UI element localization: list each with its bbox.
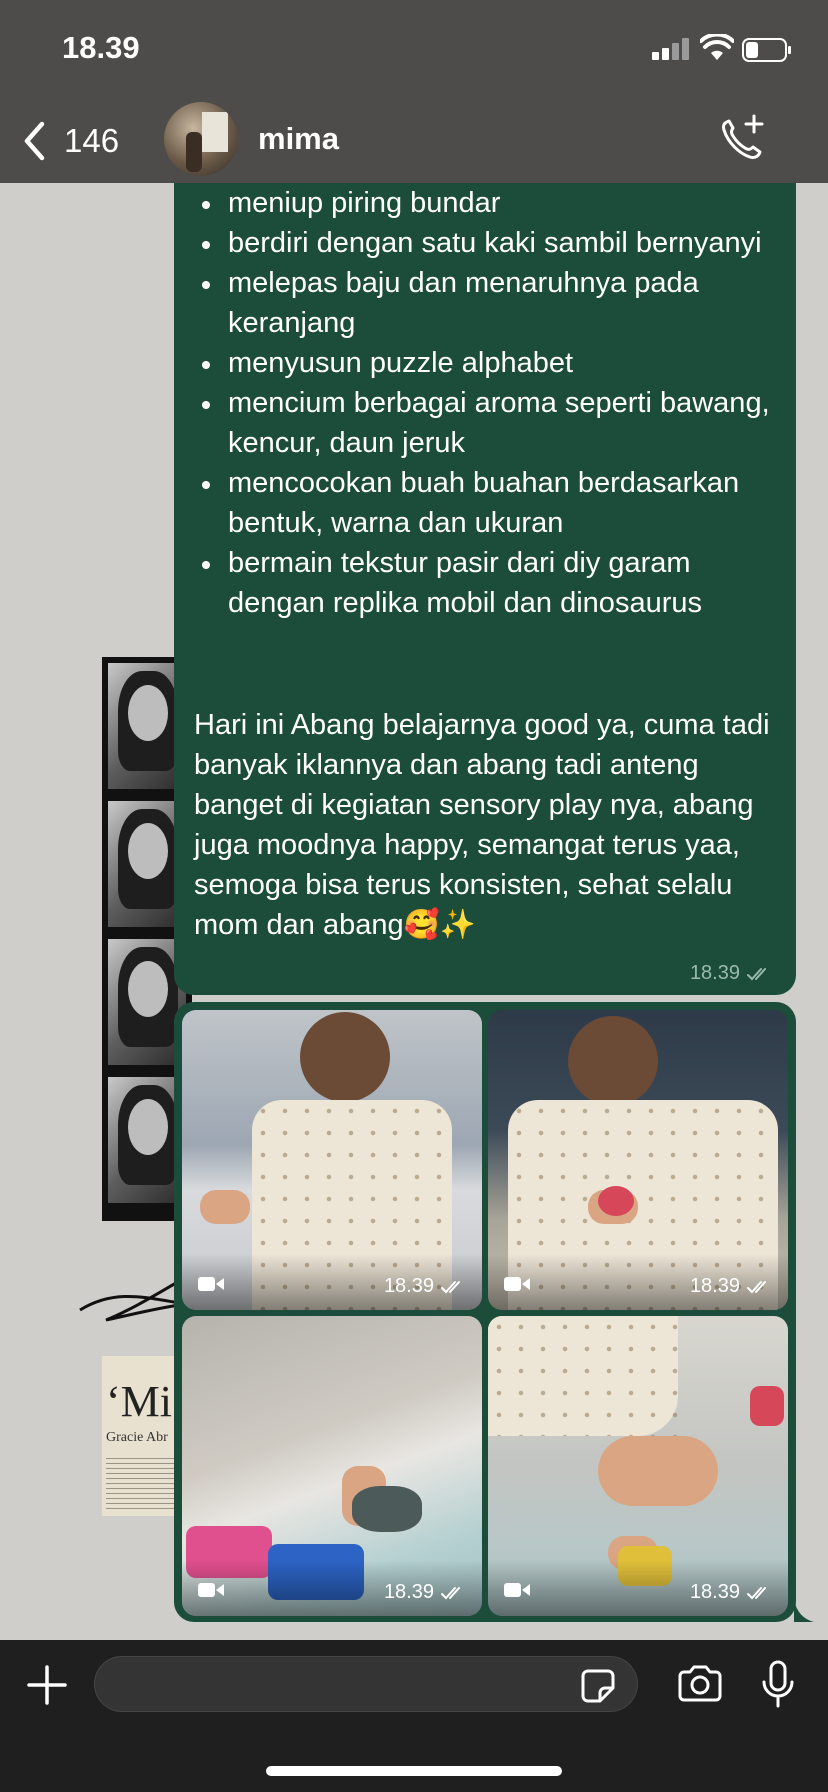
camera-icon[interactable] bbox=[676, 1664, 724, 1704]
message-bubble[interactable]: meniup piring bundar berdiri dengan satu… bbox=[174, 183, 796, 995]
list-item: menyusun puzzle alphabet bbox=[200, 343, 780, 383]
media-grid-bubble: 18.39 18.39 18.39 18.39 bbox=[174, 1002, 796, 1622]
contact-avatar[interactable] bbox=[164, 102, 238, 176]
media-time: 18.39 bbox=[689, 1275, 740, 1297]
media-time: 18.39 bbox=[383, 1581, 434, 1603]
battery-icon bbox=[742, 38, 791, 62]
media-meta: 18.39 bbox=[384, 1581, 468, 1604]
media-meta: 18.39 bbox=[384, 1275, 468, 1298]
unread-count: 146 bbox=[64, 122, 120, 159]
chevron-left-icon bbox=[24, 121, 45, 161]
message-paragraph: Hari ini Abang belajarnya good ya, cuma … bbox=[194, 709, 778, 941]
video-camera-icon bbox=[504, 1583, 530, 1597]
double-check-icon bbox=[441, 1586, 460, 1599]
double-check-icon bbox=[441, 1280, 460, 1293]
list-item: berdiri dengan satu kaki sambil bernyany… bbox=[200, 223, 780, 263]
media-time: 18.39 bbox=[689, 1581, 740, 1603]
media-meta: 18.39 bbox=[690, 1275, 774, 1298]
list-item: mencocokan buah buahan berdasarkan bentu… bbox=[200, 463, 780, 543]
message-meta: 18.39 bbox=[690, 962, 774, 985]
home-indicator bbox=[266, 1766, 562, 1776]
add-call-icon[interactable] bbox=[716, 112, 766, 164]
video-thumbnail[interactable]: 18.39 bbox=[182, 1010, 482, 1310]
plus-icon[interactable] bbox=[26, 1664, 68, 1706]
sticker-icon[interactable] bbox=[580, 1668, 616, 1704]
double-check-icon bbox=[747, 1586, 766, 1599]
media-time: 18.39 bbox=[383, 1275, 434, 1297]
contact-name[interactable]: mima bbox=[258, 121, 339, 157]
media-meta: 18.39 bbox=[690, 1581, 774, 1604]
double-check-icon bbox=[747, 1280, 766, 1293]
list-item: bermain tekstur pasir dari diy garam den… bbox=[200, 543, 780, 623]
video-thumbnail[interactable]: 18.39 bbox=[488, 1316, 788, 1616]
video-thumbnail[interactable]: 18.39 bbox=[488, 1010, 788, 1310]
video-thumbnail[interactable]: 18.39 bbox=[182, 1316, 482, 1616]
status-time: 18.39 bbox=[62, 30, 140, 65]
wifi-icon bbox=[700, 34, 734, 60]
cellular-signal-icon bbox=[652, 38, 692, 60]
message-time: 18.39 bbox=[689, 962, 740, 984]
message-input[interactable] bbox=[94, 1656, 638, 1712]
back-button[interactable]: 146 bbox=[22, 116, 119, 166]
wallpaper-newspaper-clipping: ‘Mi Gracie Abr bbox=[102, 1356, 182, 1516]
video-camera-icon bbox=[198, 1277, 224, 1291]
list-item: melepas baju dan menaruhnya pada keranja… bbox=[200, 263, 780, 343]
double-check-icon bbox=[747, 967, 766, 980]
chat-header: 18.39 146 mima bbox=[0, 0, 828, 183]
bubble-tail bbox=[794, 1600, 814, 1622]
microphone-icon[interactable] bbox=[760, 1660, 796, 1710]
video-camera-icon bbox=[504, 1277, 530, 1291]
video-camera-icon bbox=[198, 1583, 224, 1597]
list-item: mencium berbagai aroma seperti bawang, k… bbox=[200, 383, 780, 463]
activity-list: meniup piring bundar berdiri dengan satu… bbox=[200, 183, 780, 623]
list-item: meniup piring bundar bbox=[200, 183, 780, 223]
